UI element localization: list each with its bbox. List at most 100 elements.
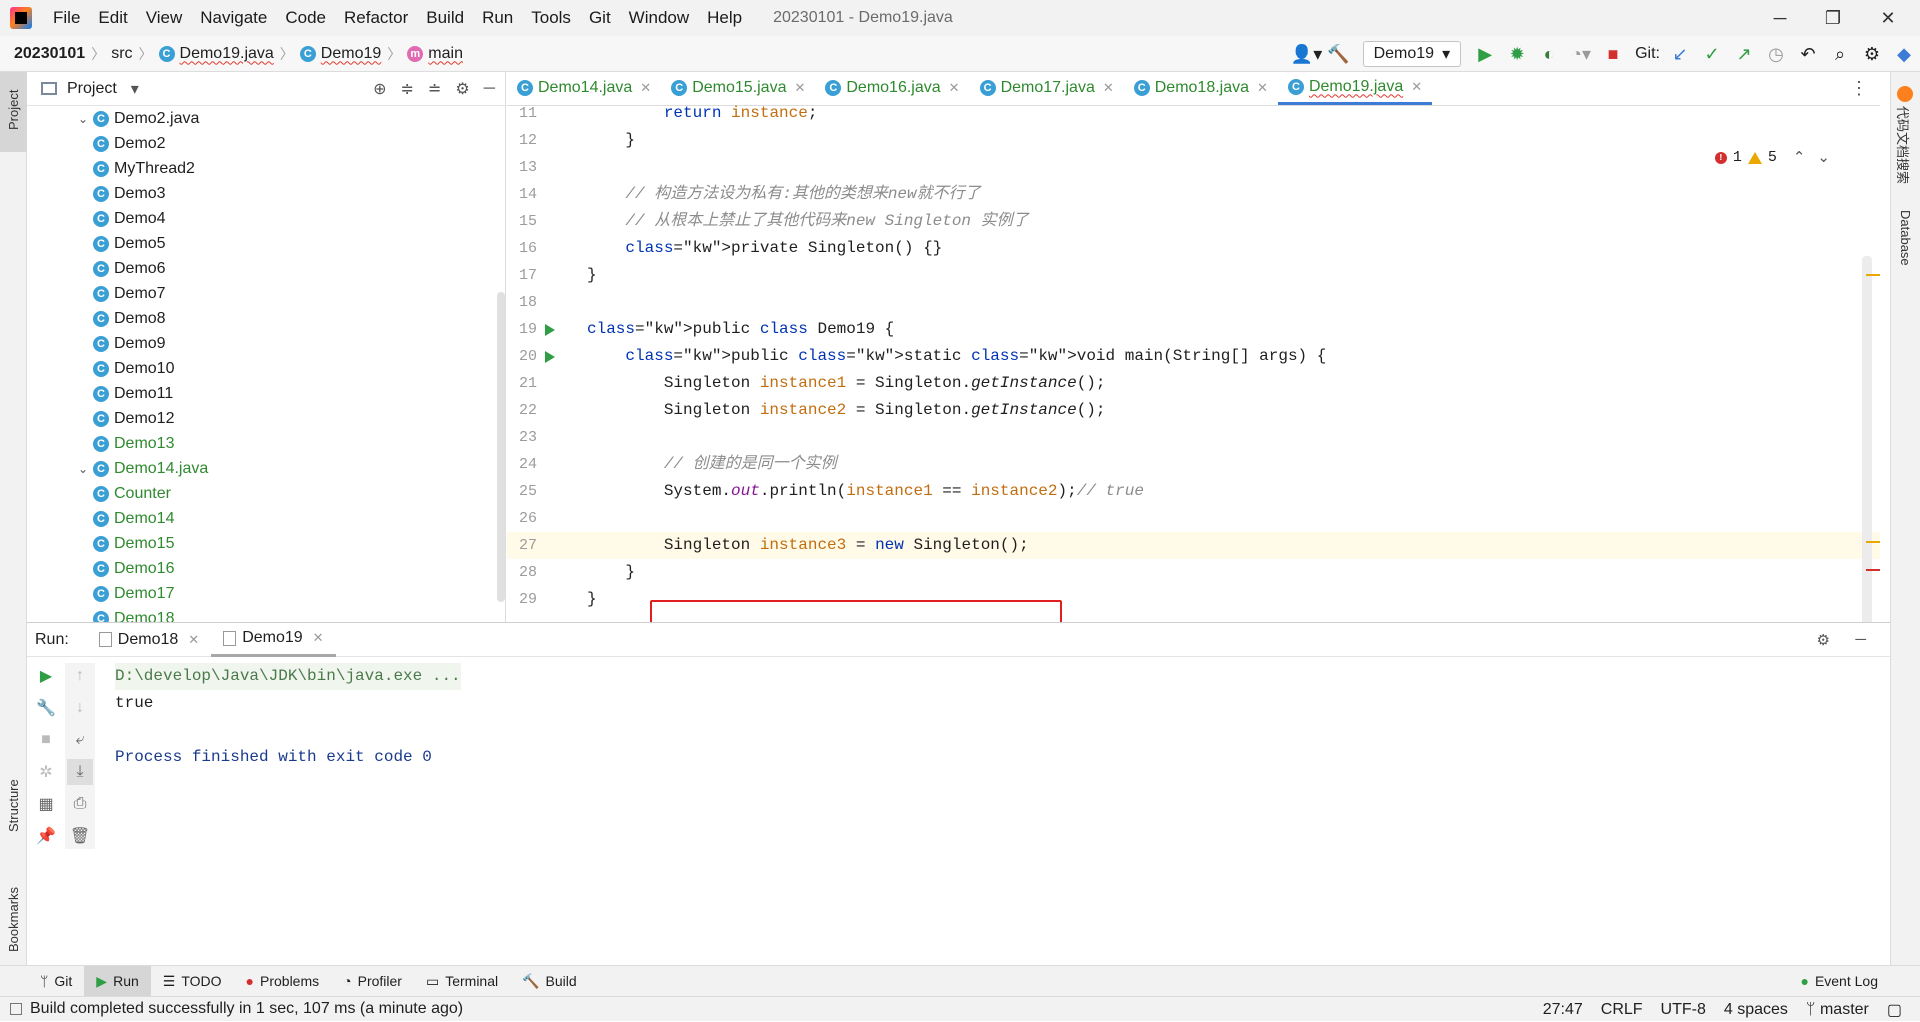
arrow-up-icon[interactable]: ↑	[67, 663, 93, 689]
expand-all-icon[interactable]: ≑	[401, 79, 414, 99]
run-tool-tab[interactable]: ▶ Run	[84, 965, 151, 997]
minimize-button[interactable]: ─	[1752, 0, 1808, 36]
lock-icon[interactable]: ▢	[1887, 1000, 1902, 1020]
close-icon[interactable]: ✕	[1103, 80, 1114, 96]
tree-item[interactable]: C Demo2	[27, 131, 505, 156]
tree-item[interactable]: C Demo17	[27, 581, 505, 606]
close-icon[interactable]: ✕	[949, 80, 960, 96]
profile-icon[interactable]: ◔▾	[1565, 36, 1597, 72]
menu-code[interactable]: Code	[276, 0, 335, 36]
warning-marker[interactable]	[1866, 541, 1880, 543]
git-update-icon[interactable]: ↙	[1664, 36, 1696, 72]
tree-item[interactable]: C Demo13	[27, 431, 505, 456]
tree-item[interactable]: C Demo12	[27, 406, 505, 431]
wrench-icon[interactable]: 🔧	[33, 695, 59, 721]
file-encoding[interactable]: UTF-8	[1661, 1001, 1706, 1019]
tree-item[interactable]: C Demo16	[27, 556, 505, 581]
code-line[interactable]: 17}	[507, 262, 1880, 289]
menu-edit[interactable]: Edit	[89, 0, 136, 36]
more-tabs-icon[interactable]: ⋮	[1850, 78, 1868, 99]
editor-scrollbar[interactable]	[1862, 256, 1872, 622]
run-gutter-icon[interactable]	[545, 324, 555, 336]
restore-layout-icon[interactable]: ✲	[33, 759, 59, 785]
code-line[interactable]: 20 class="kw">public class="kw">static c…	[507, 343, 1880, 370]
stop-icon[interactable]: ■	[33, 727, 59, 753]
plugin-icon[interactable]: ◆	[1888, 36, 1920, 72]
code-line[interactable]: 25 System.out.println(instance1 == insta…	[507, 478, 1880, 505]
code-line[interactable]: 27 Singleton instance3 = new Singleton()…	[507, 532, 1880, 559]
profiler-tool-tab[interactable]: ◔ Profiler	[331, 966, 414, 997]
git-push-icon[interactable]: ↗	[1728, 36, 1760, 72]
problems-tool-tab[interactable]: ● Problems	[234, 966, 332, 997]
git-branch[interactable]: ᛘ master	[1806, 1001, 1869, 1019]
collapse-all-icon[interactable]: ≐	[428, 79, 441, 99]
menu-tools[interactable]: Tools	[522, 0, 580, 36]
code-line[interactable]: 26	[507, 505, 1880, 532]
tree-item[interactable]: C Counter	[27, 481, 505, 506]
debug-icon[interactable]: ✹	[1501, 36, 1533, 72]
menu-refactor[interactable]: Refactor	[335, 0, 417, 36]
line-separator[interactable]: CRLF	[1601, 1001, 1643, 1019]
bookmarks-tool-tab[interactable]: Bookmarks	[0, 862, 27, 962]
structure-tool-tab[interactable]: Structure	[0, 752, 27, 852]
menu-build[interactable]: Build	[417, 0, 473, 36]
scroll-to-end-icon[interactable]: ⤓	[67, 759, 93, 785]
project-pane-title[interactable]: Project	[67, 80, 117, 98]
tree-item[interactable]: C Demo7	[27, 281, 505, 306]
soft-wrap-icon[interactable]: ⤶	[67, 727, 93, 753]
tree-item[interactable]: ⌄ C Demo2.java	[27, 106, 505, 131]
build-tool-tab[interactable]: 🔨 Build	[510, 966, 589, 997]
code-line[interactable]: 24 // 创建的是同一个实例	[507, 451, 1880, 478]
close-icon[interactable]: ✕	[1257, 80, 1268, 96]
code-line[interactable]: 28 }	[507, 559, 1880, 586]
tree-item[interactable]: C MyThread2	[27, 156, 505, 181]
code-line[interactable]: 15 // 从根本上禁止了其他代码来new Singleton 实例了	[507, 208, 1880, 235]
stop-icon[interactable]: ■	[1597, 36, 1629, 72]
caret-position[interactable]: 27:47	[1543, 1001, 1583, 1019]
print-icon[interactable]: ⎙	[67, 791, 93, 817]
rerun-icon[interactable]: ▶	[33, 663, 59, 689]
toggle-tool-windows-icon[interactable]	[10, 1003, 22, 1015]
tree-item[interactable]: C Demo14	[27, 506, 505, 531]
hide-icon[interactable]: ─	[1855, 631, 1866, 648]
menu-navigate[interactable]: Navigate	[191, 0, 276, 36]
git-history-icon[interactable]: ◷	[1760, 36, 1792, 72]
user-icon[interactable]: 👤▾	[1291, 36, 1323, 72]
git-tool-tab[interactable]: ᛘ Git	[28, 966, 84, 997]
code-area[interactable]: ! 1 5 ⌃ ⌄ 11 return instance; 12 } 13 14 //…	[507, 104, 1880, 622]
run-configuration-select[interactable]: Demo19 ▾	[1362, 41, 1462, 67]
event-log-tool-tab[interactable]: ● Event Log	[1788, 966, 1890, 997]
code-line[interactable]: 14 // 构造方法设为私有:其他的类想来new就不行了	[507, 181, 1880, 208]
tree-item[interactable]: C Demo8	[27, 306, 505, 331]
tree-item[interactable]: C Demo3	[27, 181, 505, 206]
warning-marker[interactable]	[1866, 274, 1880, 276]
breadcrumb-class[interactable]: Demo19	[321, 45, 381, 63]
close-button[interactable]: ✕	[1860, 0, 1916, 36]
code-line[interactable]: 23	[507, 424, 1880, 451]
pin-icon[interactable]: 📌	[33, 823, 59, 849]
restore-button[interactable]: ❐	[1805, 0, 1861, 36]
error-marker[interactable]	[1866, 569, 1880, 571]
breadcrumb-project[interactable]: 20230101	[14, 45, 85, 63]
git-rollback-icon[interactable]: ↶	[1792, 36, 1824, 72]
settings-gear-icon[interactable]: ⚙	[1817, 631, 1830, 649]
run-tab-demo19[interactable]: Demo19 ✕	[211, 623, 336, 657]
locate-file-icon[interactable]: ⊕	[373, 79, 386, 99]
code-line[interactable]: 19 class="kw">public class Demo19 {	[507, 316, 1880, 343]
menu-file[interactable]: File	[44, 0, 89, 36]
menu-view[interactable]: View	[137, 0, 192, 36]
project-scrollbar[interactable]	[497, 292, 505, 602]
menu-window[interactable]: Window	[620, 0, 698, 36]
status-message[interactable]: Build completed successfully in 1 sec, 1…	[30, 1000, 463, 1018]
chevron-down-icon[interactable]: ⌄	[73, 462, 93, 476]
chevron-down-icon[interactable]: ▾	[131, 79, 139, 99]
breadcrumb-method[interactable]: main	[428, 45, 463, 63]
build-hammer-icon[interactable]: 🔨	[1323, 36, 1355, 72]
search-icon[interactable]: ⌕	[1824, 36, 1856, 72]
menu-help[interactable]: Help	[698, 0, 751, 36]
code-line[interactable]: 12 }	[507, 127, 1880, 154]
run-icon[interactable]: ▶	[1469, 36, 1501, 72]
terminal-tool-tab[interactable]: ▭ Terminal	[414, 966, 510, 997]
todo-tool-tab[interactable]: ☰ TODO	[151, 966, 234, 997]
tree-item[interactable]: ⌄ C Demo14.java	[27, 456, 505, 481]
